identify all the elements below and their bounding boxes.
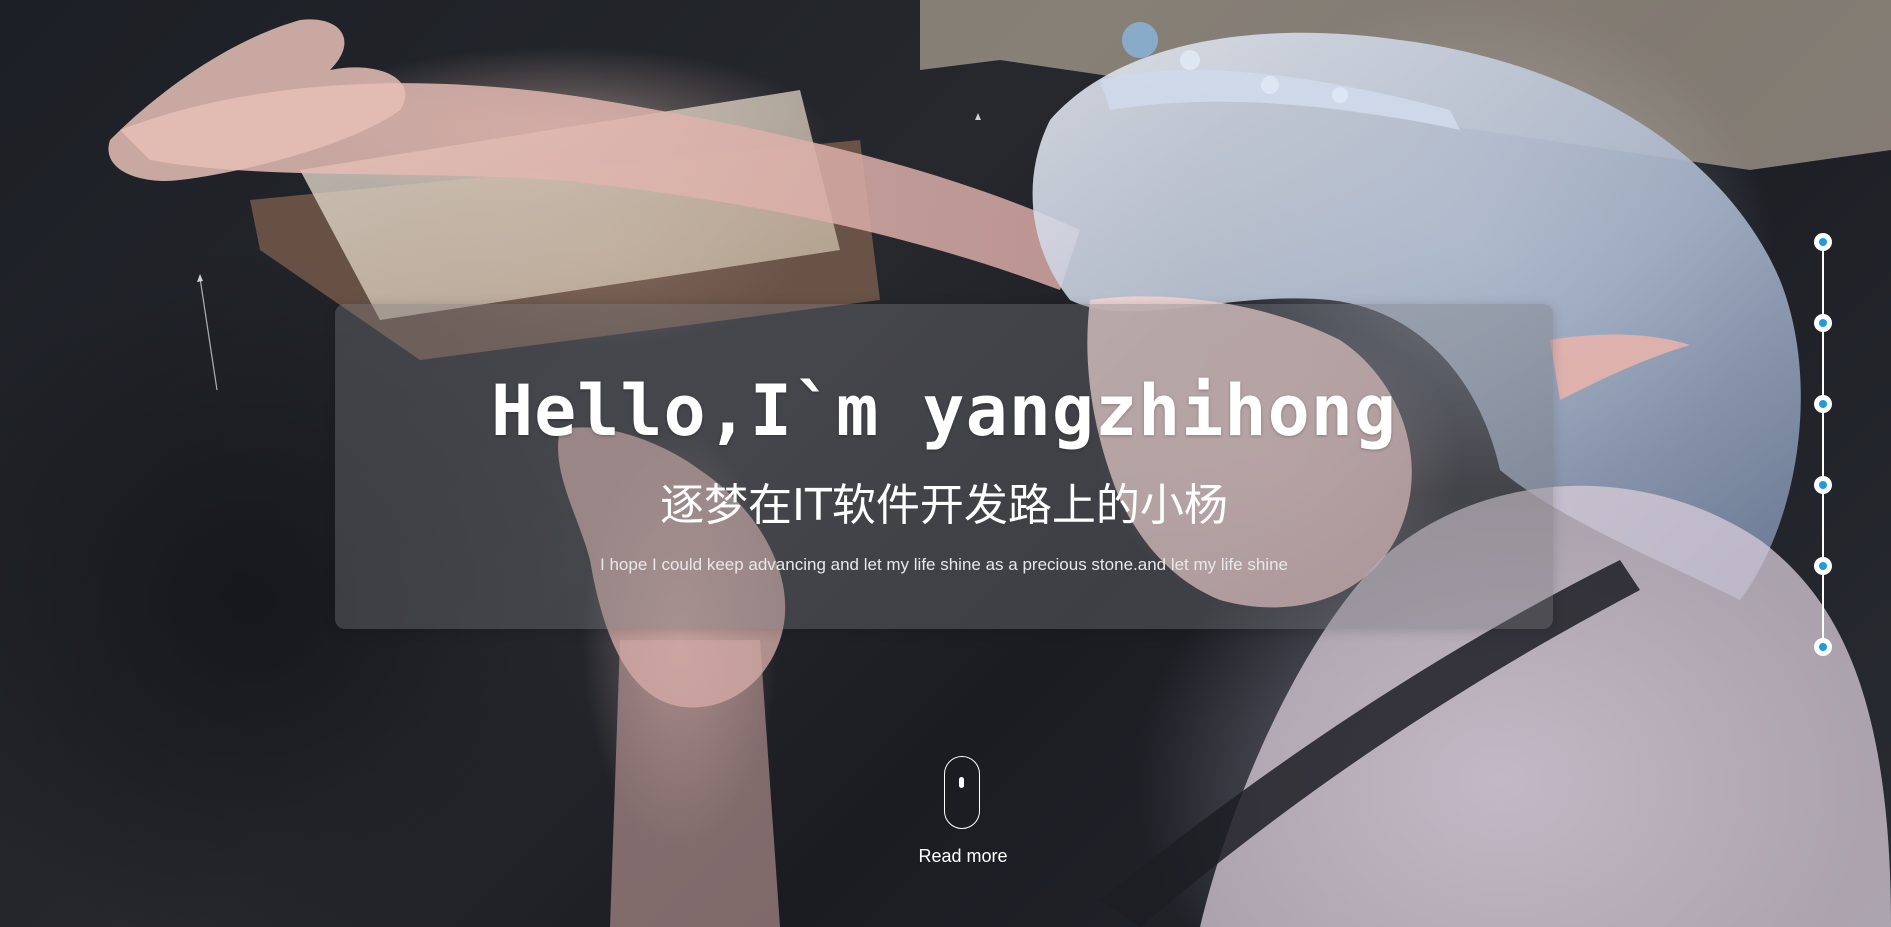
- section-nav-dot-1[interactable]: [1814, 233, 1832, 251]
- mouse-wheel-icon: [959, 777, 964, 788]
- read-more-label: Read more: [918, 846, 1008, 866]
- hero-panel: Hello,I`m yangzhihong 逐梦在IT软件开发路上的小杨 I h…: [335, 304, 1553, 629]
- section-nav-dot-3[interactable]: [1814, 395, 1832, 413]
- hero-tagline: I hope I could keep advancing and let my…: [600, 555, 1288, 574]
- section-nav-line: [1822, 243, 1824, 649]
- section-nav-dot-4[interactable]: [1814, 476, 1832, 494]
- section-nav-dot-2[interactable]: [1814, 314, 1832, 332]
- section-nav: [1812, 233, 1834, 656]
- hero-title: Hello,I`m yangzhihong: [490, 370, 1397, 452]
- hero-section: Hello,I`m yangzhihong 逐梦在IT软件开发路上的小杨 I h…: [0, 0, 1891, 927]
- section-nav-dot-6[interactable]: [1814, 638, 1832, 656]
- read-more-button[interactable]: Read more: [900, 756, 1026, 868]
- hero-subtitle: 逐梦在IT软件开发路上的小杨: [660, 480, 1228, 531]
- mouse-scroll-icon: [944, 756, 980, 829]
- section-nav-dot-5[interactable]: [1814, 557, 1832, 575]
